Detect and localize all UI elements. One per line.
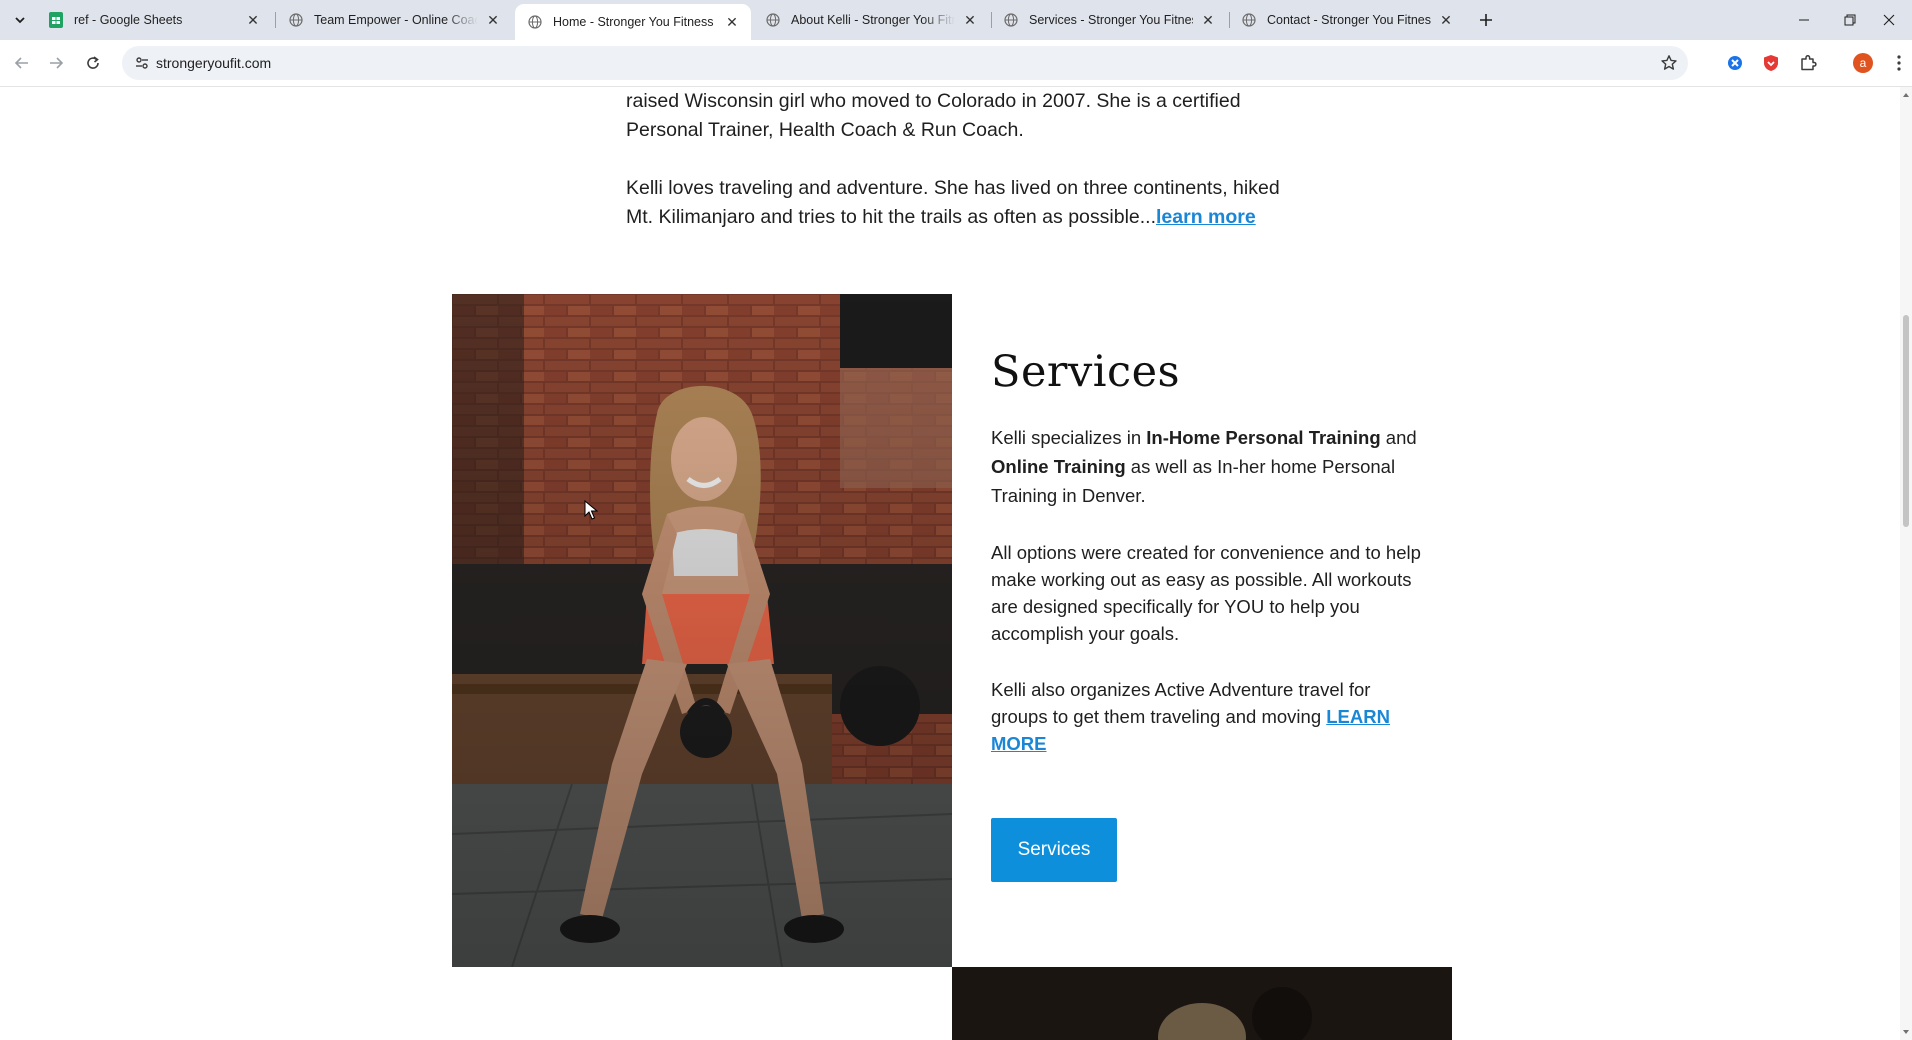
plus-icon xyxy=(1480,14,1492,26)
next-section-photo xyxy=(952,967,1452,1040)
services-highlight: In-Home Personal Training xyxy=(1146,427,1381,448)
photo-illustration xyxy=(452,294,952,967)
services-section: Services Kelli specializes in In-Home Pe… xyxy=(991,347,1421,757)
minimize-button[interactable] xyxy=(1781,0,1827,40)
close-icon[interactable]: ✕ xyxy=(484,11,502,29)
services-heading: Services xyxy=(991,347,1181,397)
tab-team-empower[interactable]: Team Empower - Online Coachi ✕ xyxy=(276,4,512,36)
mouse-cursor-icon xyxy=(584,500,598,520)
services-text: Kelli also organizes Active Adventure tr… xyxy=(991,679,1371,727)
globe-icon xyxy=(527,14,543,30)
tab-home-stronger-you[interactable]: Home - Stronger You Fitness ✕ xyxy=(515,4,751,40)
back-button[interactable] xyxy=(6,47,38,79)
forward-button[interactable] xyxy=(40,47,72,79)
chevron-down-icon xyxy=(15,17,25,24)
bookmark-star-button[interactable] xyxy=(1658,52,1680,74)
globe-icon xyxy=(288,12,304,28)
address-bar[interactable]: strongeryoufit.com xyxy=(122,46,1688,80)
reload-button[interactable] xyxy=(77,47,109,79)
minimize-icon xyxy=(1799,19,1809,21)
tab-title: About Kelli - Stronger You Fitne xyxy=(791,13,955,27)
scroll-down-icon[interactable] xyxy=(1902,1028,1910,1036)
tab-title: Home - Stronger You Fitness xyxy=(553,15,714,29)
site-info-button[interactable] xyxy=(130,51,154,75)
url-text[interactable]: strongeryoufit.com xyxy=(156,55,271,71)
back-arrow-icon xyxy=(14,57,28,69)
reload-icon xyxy=(87,56,99,69)
close-icon[interactable]: ✕ xyxy=(1437,11,1455,29)
new-tab-button[interactable] xyxy=(1472,8,1500,32)
tab-google-sheets[interactable]: ref - Google Sheets ✕ xyxy=(36,4,272,36)
tab-title: Contact - Stronger You Fitness xyxy=(1267,13,1431,27)
globe-icon xyxy=(765,12,781,28)
tab-search-button[interactable] xyxy=(8,8,32,32)
avatar: a xyxy=(1853,53,1873,73)
tab-contact[interactable]: Contact - Stronger You Fitness ✕ xyxy=(1229,4,1465,36)
services-paragraph: Kelli also organizes Active Adventure tr… xyxy=(991,676,1421,757)
about-kelli-section: raised Wisconsin girl who moved to Color… xyxy=(626,87,1286,232)
photo-illustration xyxy=(952,967,1452,1040)
close-icon xyxy=(1883,14,1895,26)
about-paragraph: Kelli loves traveling and adventure. She… xyxy=(626,174,1286,232)
page-scrollbar[interactable] xyxy=(1900,87,1912,1040)
close-window-button[interactable] xyxy=(1866,0,1912,40)
close-icon[interactable]: ✕ xyxy=(723,13,741,31)
services-text: Kelli specializes in xyxy=(991,427,1147,448)
extension-badge-icon xyxy=(1728,56,1742,70)
about-paragraph: raised Wisconsin girl who moved to Color… xyxy=(626,90,1241,141)
services-paragraph: All options were created for convenience… xyxy=(991,542,1421,644)
close-icon[interactable]: ✕ xyxy=(961,11,979,29)
tab-services[interactable]: Services - Stronger You Fitness ✕ xyxy=(991,4,1227,36)
profile-button[interactable]: a xyxy=(1852,52,1874,74)
close-icon[interactable]: ✕ xyxy=(1199,11,1217,29)
web-page-content: raised Wisconsin girl who moved to Color… xyxy=(0,87,1900,1040)
browser-toolbar: strongeryoufit.com a xyxy=(0,40,1912,87)
tune-icon xyxy=(136,57,148,69)
extensions-menu-button[interactable] xyxy=(1797,52,1819,74)
star-icon xyxy=(1661,55,1677,70)
browser-menu-button[interactable] xyxy=(1888,52,1910,74)
tab-title: Services - Stronger You Fitness xyxy=(1029,13,1193,27)
puzzle-icon xyxy=(1801,54,1817,71)
services-text: and xyxy=(1380,427,1417,448)
tab-title: ref - Google Sheets xyxy=(74,13,183,27)
services-highlight: Online Training xyxy=(991,456,1126,477)
tab-strip: ref - Google Sheets ✕ Team Empower - Onl… xyxy=(0,0,1912,40)
tab-about-kelli[interactable]: About Kelli - Stronger You Fitne ✕ xyxy=(753,4,989,36)
kettlebell-trainer-photo xyxy=(452,294,952,967)
shield-icon xyxy=(1764,55,1778,71)
close-icon[interactable]: ✕ xyxy=(244,11,262,29)
extension-button[interactable] xyxy=(1724,52,1746,74)
scroll-up-icon[interactable] xyxy=(1902,91,1910,99)
avatar-initial: a xyxy=(1859,56,1867,70)
extension-button[interactable] xyxy=(1760,52,1782,74)
scrollbar-thumb[interactable] xyxy=(1903,315,1909,527)
kebab-menu-icon xyxy=(1897,55,1901,71)
tab-title: Team Empower - Online Coachi xyxy=(314,13,478,27)
services-paragraph: Kelli specializes in In-Home Personal Tr… xyxy=(991,423,1421,510)
globe-icon xyxy=(1003,12,1019,28)
forward-arrow-icon xyxy=(50,57,64,69)
google-sheets-icon xyxy=(48,12,64,28)
restore-icon xyxy=(1844,14,1856,26)
learn-more-link[interactable]: learn more xyxy=(1156,206,1256,228)
globe-icon xyxy=(1241,12,1257,28)
services-button[interactable]: Services xyxy=(991,818,1117,882)
